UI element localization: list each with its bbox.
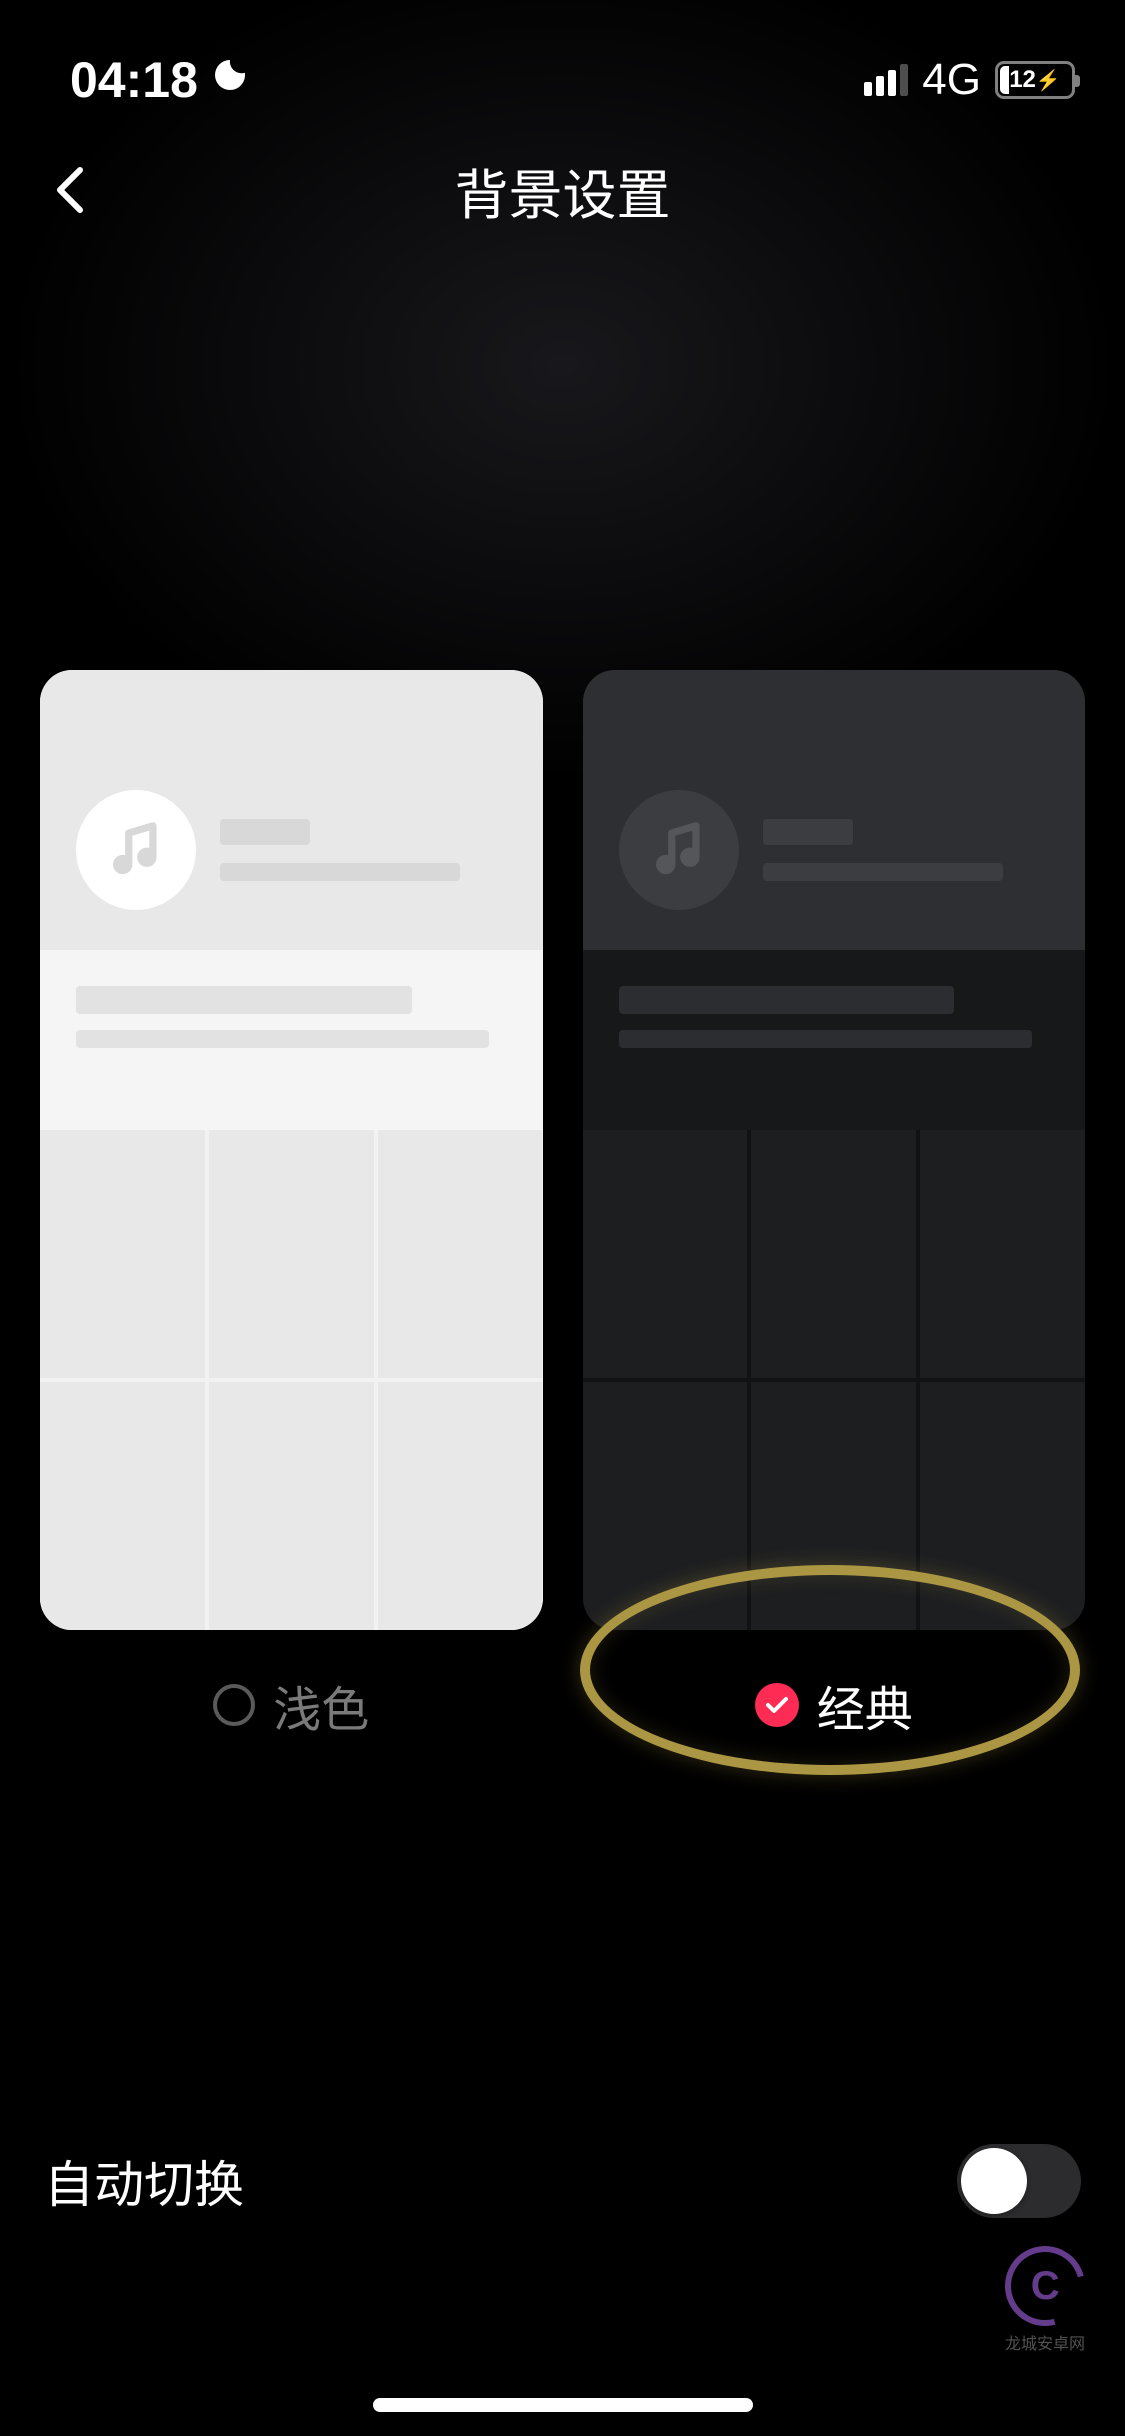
watermark-text: 龙城安卓网 xyxy=(1005,2330,1125,2354)
grid-cell xyxy=(583,1382,748,1630)
status-right: 4G 12 ⚡ xyxy=(864,55,1075,105)
theme-preview-light xyxy=(40,670,543,1630)
charging-bolt-icon: ⚡ xyxy=(1036,68,1061,93)
status-time: 04:18 xyxy=(70,51,198,109)
avatar-placeholder xyxy=(619,790,739,910)
auto-switch-row: 自动切换 xyxy=(0,2144,1125,2218)
avatar-placeholder xyxy=(76,790,196,910)
grid-cell xyxy=(920,1130,1085,1378)
theme-label-text: 经典 xyxy=(817,1670,913,1740)
grid-cell xyxy=(378,1130,543,1378)
placeholder-line xyxy=(619,1030,1032,1048)
status-bar: 04:18 4G 12 ⚡ xyxy=(0,0,1125,120)
music-note-icon xyxy=(650,818,708,882)
battery-icon: 12 ⚡ xyxy=(995,61,1075,99)
grid-cell xyxy=(920,1382,1085,1630)
signal-icon xyxy=(864,64,908,96)
toggle-knob xyxy=(961,2148,1027,2214)
watermark: C 龙城安卓网 xyxy=(1005,2246,1125,2366)
theme-preview-dark xyxy=(583,670,1086,1630)
radio-checked-icon xyxy=(755,1683,799,1727)
grid-cell xyxy=(583,1130,748,1378)
grid-cell xyxy=(209,1382,374,1630)
grid-cell xyxy=(378,1382,543,1630)
home-indicator[interactable] xyxy=(373,2398,753,2412)
chevron-left-icon xyxy=(56,166,84,214)
placeholder-line xyxy=(220,863,460,881)
theme-option-dark[interactable]: 经典 xyxy=(583,670,1086,1740)
page-title: 背景设置 xyxy=(455,151,671,230)
status-time-area: 04:18 xyxy=(70,51,250,109)
placeholder-line xyxy=(220,819,310,845)
theme-label-dark[interactable]: 经典 xyxy=(755,1670,913,1740)
radio-unchecked-icon xyxy=(213,1684,255,1726)
auto-switch-label: 自动切换 xyxy=(44,2145,244,2217)
checkmark-icon xyxy=(765,1696,789,1714)
theme-label-text: 浅色 xyxy=(273,1670,369,1740)
music-note-icon xyxy=(107,818,165,882)
grid-cell xyxy=(209,1130,374,1378)
placeholder-line xyxy=(76,986,412,1014)
grid-cell xyxy=(40,1382,205,1630)
back-button[interactable] xyxy=(40,160,100,220)
battery-percent: 12 xyxy=(1009,66,1036,94)
placeholder-line xyxy=(763,863,1003,881)
theme-option-light[interactable]: 浅色 xyxy=(40,670,543,1740)
placeholder-line xyxy=(763,819,853,845)
grid-cell xyxy=(40,1130,205,1378)
grid-cell xyxy=(751,1382,916,1630)
theme-label-light[interactable]: 浅色 xyxy=(213,1670,369,1740)
dnd-moon-icon xyxy=(210,55,250,105)
nav-header: 背景设置 xyxy=(0,120,1125,260)
grid-cell xyxy=(751,1130,916,1378)
theme-options: 浅色 xyxy=(0,260,1125,1740)
auto-switch-toggle[interactable] xyxy=(957,2144,1081,2218)
placeholder-line xyxy=(619,986,955,1014)
placeholder-line xyxy=(76,1030,489,1048)
network-type: 4G xyxy=(922,55,981,105)
